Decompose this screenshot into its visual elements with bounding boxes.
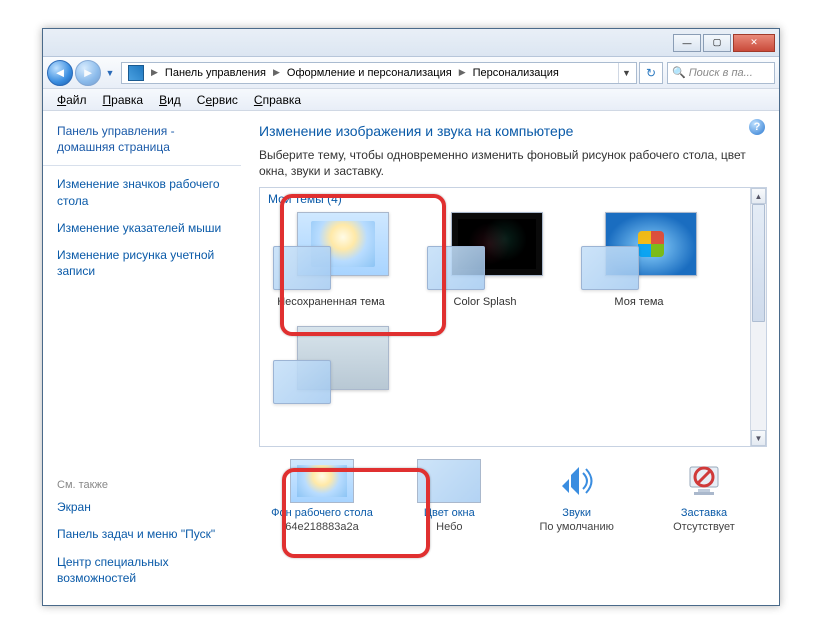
sidebar-link-ease-of-access[interactable]: Центр специальных возможностей xyxy=(57,554,227,586)
scroll-thumb[interactable] xyxy=(752,204,765,322)
setting-value: Отсутствует xyxy=(673,521,735,533)
page-title: Изменение изображения и звука на компьют… xyxy=(259,123,767,139)
setting-value: Небо xyxy=(436,521,462,533)
close-button[interactable]: ✕ xyxy=(733,34,775,52)
setting-sounds[interactable]: Звуки По умолчанию xyxy=(522,459,632,533)
setting-value: По умолчанию xyxy=(539,521,613,533)
page-description: Выберите тему, чтобы одновременно измени… xyxy=(259,147,767,179)
see-also-header: См. также xyxy=(57,479,227,491)
sounds-icon xyxy=(545,459,609,503)
chevron-right-icon: ▶ xyxy=(456,67,469,78)
menubar: Файл Правка Вид Сервис Справка xyxy=(43,89,779,111)
breadcrumb[interactable]: Персонализация xyxy=(469,63,563,83)
menu-edit[interactable]: Правка xyxy=(95,89,152,110)
scroll-down-button[interactable]: ▼ xyxy=(751,430,766,446)
sidebar-link-mouse-pointers[interactable]: Изменение указателей мыши xyxy=(57,220,227,236)
sidebar: Панель управления - домашняя страница Из… xyxy=(43,111,241,605)
themes-list: Мои темы (4) Несохраненная тема xyxy=(259,187,767,447)
forward-button[interactable]: ► xyxy=(75,60,101,86)
theme-item-unsaved[interactable]: Несохраненная тема xyxy=(268,212,394,308)
search-icon: 🔍 xyxy=(672,66,686,79)
scroll-track[interactable] xyxy=(751,204,766,430)
refresh-button[interactable]: ↻ xyxy=(639,62,663,84)
history-dropdown[interactable]: ▼ xyxy=(103,66,117,80)
sidebar-link-display[interactable]: Экран xyxy=(57,499,227,515)
theme-item-color-splash[interactable]: Color Splash xyxy=(422,212,548,308)
theme-label: Несохраненная тема xyxy=(277,296,385,308)
sidebar-link-taskbar[interactable]: Панель задач и меню "Пуск" xyxy=(57,526,227,542)
menu-view[interactable]: Вид xyxy=(151,89,189,110)
theme-label: Моя тема xyxy=(614,296,663,308)
theme-thumbnail xyxy=(273,326,389,404)
address-dropdown[interactable]: ▼ xyxy=(618,63,634,83)
chevron-right-icon: ▶ xyxy=(148,67,161,78)
menu-file[interactable]: Файл xyxy=(49,89,95,110)
setting-link: Цвет окна xyxy=(424,507,475,519)
setting-value: 64e218883a2a xyxy=(285,521,358,533)
setting-link: Фон рабочего стола xyxy=(271,507,373,519)
sidebar-home-link[interactable]: Панель управления - домашняя страница xyxy=(57,123,227,155)
search-placeholder: Поиск в па... xyxy=(689,67,753,79)
address-bar[interactable]: ▶ Панель управления ▶ Оформление и персо… xyxy=(121,62,637,84)
window-color-thumbnail xyxy=(417,459,481,503)
menu-help[interactable]: Справка xyxy=(246,89,309,110)
breadcrumb[interactable]: Оформление и персонализация xyxy=(283,63,456,83)
setting-link: Звуки xyxy=(562,507,591,519)
location-icon xyxy=(128,65,144,81)
theme-thumbnail xyxy=(581,212,697,290)
desktop-background-thumbnail xyxy=(290,459,354,503)
minimize-button[interactable]: — xyxy=(673,34,701,52)
setting-screensaver[interactable]: Заставка Отсутствует xyxy=(649,459,759,533)
chevron-right-icon: ▶ xyxy=(270,67,283,78)
theme-thumbnail xyxy=(427,212,543,290)
theme-settings-row: Фон рабочего стола 64e218883a2a Цвет окн… xyxy=(259,447,767,533)
search-input[interactable]: 🔍 Поиск в па... xyxy=(667,62,775,84)
sidebar-link-desktop-icons[interactable]: Изменение значков рабочего стола xyxy=(57,176,227,208)
help-icon[interactable]: ? xyxy=(749,119,765,135)
themes-group-header[interactable]: Мои темы (4) xyxy=(260,188,766,206)
explorer-window: — ▢ ✕ ◄ ► ▼ ▶ Панель управления ▶ Оформл… xyxy=(42,28,780,606)
sidebar-link-account-picture[interactable]: Изменение рисунка учетной записи xyxy=(57,247,227,279)
theme-item-my-theme[interactable]: Моя тема xyxy=(576,212,702,308)
theme-label: Color Splash xyxy=(454,296,517,308)
setting-link: Заставка xyxy=(681,507,727,519)
setting-window-color[interactable]: Цвет окна Небо xyxy=(394,459,504,533)
menu-tools[interactable]: Сервис xyxy=(189,89,246,110)
breadcrumb[interactable]: Панель управления xyxy=(161,63,270,83)
theme-thumbnail xyxy=(273,212,389,290)
setting-desktop-background[interactable]: Фон рабочего стола 64e218883a2a xyxy=(267,459,377,533)
titlebar: — ▢ ✕ xyxy=(43,29,779,57)
maximize-button[interactable]: ▢ xyxy=(703,34,731,52)
scroll-up-button[interactable]: ▲ xyxy=(751,188,766,204)
theme-item-architecture[interactable] xyxy=(268,326,394,410)
back-button[interactable]: ◄ xyxy=(47,60,73,86)
nav-toolbar: ◄ ► ▼ ▶ Панель управления ▶ Оформление и… xyxy=(43,57,779,89)
content-pane: ? Изменение изображения и звука на компь… xyxy=(241,111,779,605)
window-body: Панель управления - домашняя страница Из… xyxy=(43,111,779,605)
screensaver-icon xyxy=(672,459,736,503)
scrollbar[interactable]: ▲ ▼ xyxy=(750,188,766,446)
